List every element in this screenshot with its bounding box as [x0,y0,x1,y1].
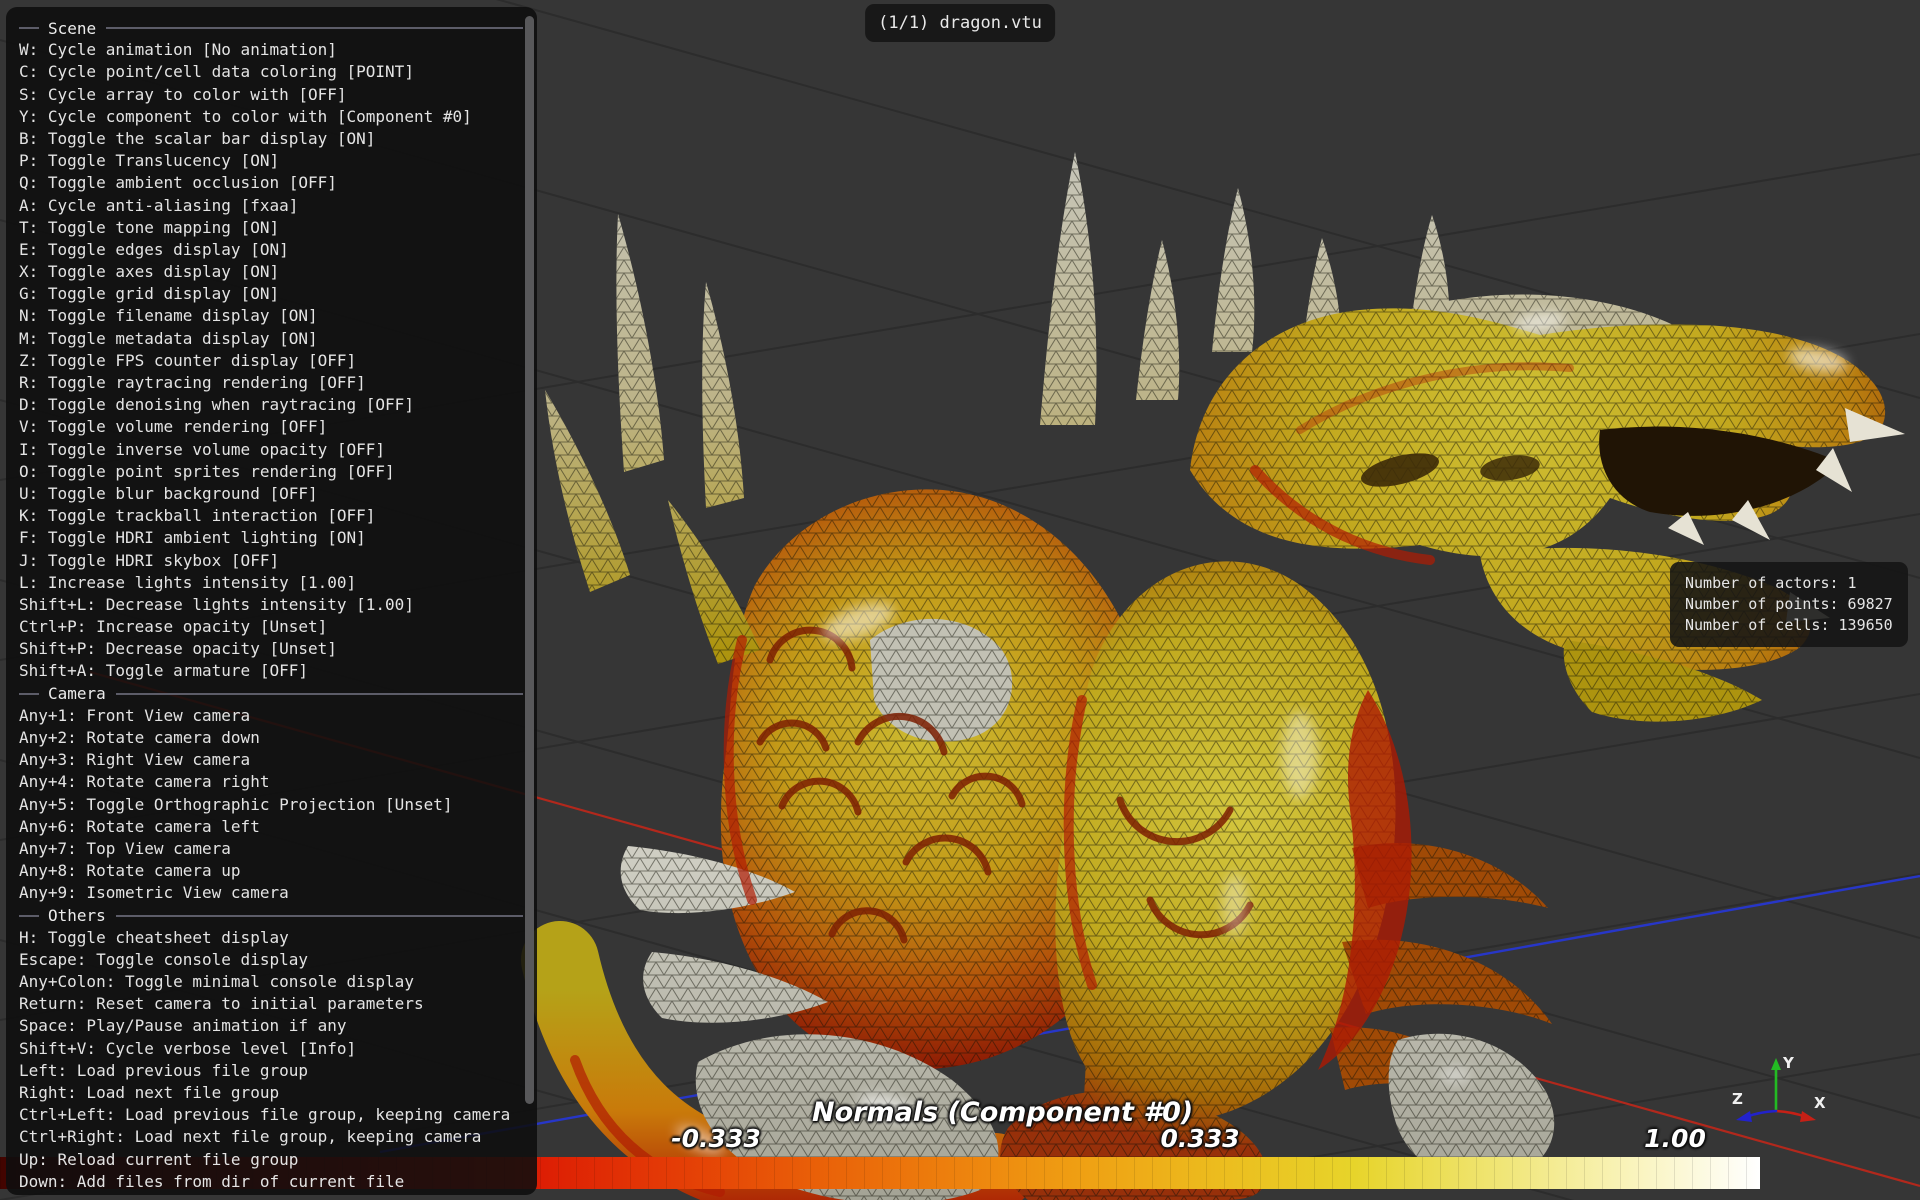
cheatsheet-line: F: Toggle HDRI ambient lighting [ON] [19,527,537,549]
cheatsheet-line: Right: Load next file group [19,1082,537,1104]
cheatsheet-line: L: Increase lights intensity [1.00] [19,572,537,594]
cheatsheet-section-header: Others [19,905,537,927]
cheatsheet-line: D: Toggle denoising when raytracing [OFF… [19,394,537,416]
header-rule [116,915,523,917]
cheatsheet-line: Q: Toggle ambient occlusion [OFF] [19,172,537,194]
cheatsheet-line: E: Toggle edges display [ON] [19,239,537,261]
cheatsheet-line: Shift+P: Decrease opacity [Unset] [19,638,537,660]
cheatsheet-line: V: Toggle volume rendering [OFF] [19,416,537,438]
cheatsheet-line: Y: Cycle component to color with [Compon… [19,106,537,128]
cheatsheet-line: Space: Play/Pause animation if any [19,1015,537,1037]
cheatsheet-line: K: Toggle trackball interaction [OFF] [19,505,537,527]
cheatsheet-line: Any+7: Top View camera [19,838,537,860]
metadata-line: Number of actors: 1 [1685,573,1893,594]
cheatsheet-section-header: Camera [19,683,537,705]
cheatsheet-line: G: Toggle grid display [ON] [19,283,537,305]
cheatsheet-line: H: Toggle cheatsheet display [19,927,537,949]
cheatsheet-line: Any+1: Front View camera [19,705,537,727]
cheatsheet-line: X: Toggle axes display [ON] [19,261,537,283]
cheatsheet-line: O: Toggle point sprites rendering [OFF] [19,461,537,483]
scalar-bar-tick-max: 1.00 [1644,1124,1706,1153]
cheatsheet-line: Up: Reload current file group [19,1149,537,1171]
section-title: Camera [48,684,106,703]
cheatsheet-line: Any+3: Right View camera [19,749,537,771]
cheatsheet-section-header: Scene [19,17,537,39]
console-cheatsheet-panel: SceneW: Cycle animation [No animation]C:… [6,7,537,1195]
cheatsheet-line: Z: Toggle FPS counter display [OFF] [19,350,537,372]
cheatsheet-line: J: Toggle HDRI skybox [OFF] [19,550,537,572]
gizmo-z-label: Z [1732,1090,1743,1108]
cheatsheet-line: Shift+L: Decrease lights intensity [1.00… [19,594,537,616]
scalar-bar-title: Normals (Component #0) [812,1097,1112,1128]
cheatsheet-line: Ctrl+Right: Load next file group, keepin… [19,1126,537,1148]
cheatsheet-line: Return: Reset camera to initial paramete… [19,993,537,1015]
cheatsheet-line: Any+5: Toggle Orthographic Projection [U… [19,794,537,816]
cheatsheet-line: Any+Colon: Toggle minimal console displa… [19,971,537,993]
scalar-bar-tick-mid: 0.333 [1160,1124,1239,1153]
cheatsheet-line: M: Toggle metadata display [ON] [19,328,537,350]
cheatsheet-line: Ctrl+Left: Load previous file group, kee… [19,1104,537,1126]
cheatsheet-line: T: Toggle tone mapping [ON] [19,217,537,239]
cheatsheet-line: Any+4: Rotate camera right [19,771,537,793]
console-scrollbar-thumb[interactable] [525,16,534,1104]
metadata-line: Number of cells: 139650 [1685,615,1893,636]
cheatsheet-line: A: Cycle anti-aliasing [fxaa] [19,195,537,217]
section-title: Scene [48,19,96,38]
cheatsheet-line: P: Toggle Translucency [ON] [19,150,537,172]
header-dash-icon [19,27,39,29]
cheatsheet-line: I: Toggle inverse volume opacity [OFF] [19,439,537,461]
cheatsheet-line: Shift+V: Cycle verbose level [Info] [19,1038,537,1060]
header-rule [116,693,523,695]
cheatsheet-line: Any+8: Rotate camera up [19,860,537,882]
metadata-line: Number of points: 69827 [1685,594,1893,615]
header-dash-icon [19,915,39,917]
gizmo-x-label: X [1814,1094,1826,1112]
cheatsheet-line: N: Toggle filename display [ON] [19,305,537,327]
section-title: Others [48,906,106,925]
cheatsheet-line: Ctrl+P: Increase opacity [Unset] [19,616,537,638]
cheatsheet-line: Any+2: Rotate camera down [19,727,537,749]
cheatsheet-line: Any+6: Rotate camera left [19,816,537,838]
scalar-bar-tick-min: -0.333 [671,1124,760,1153]
cheatsheet-line: Left: Load previous file group [19,1060,537,1082]
header-dash-icon [19,693,39,695]
cheatsheet-line: R: Toggle raytracing rendering [OFF] [19,372,537,394]
header-rule [106,27,523,29]
cheatsheet-line: Down: Add files from dir of current file [19,1171,537,1193]
cheatsheet-line: S: Cycle array to color with [OFF] [19,84,537,106]
gizmo-y-label: Y [1782,1054,1795,1072]
cheatsheet-line: Escape: Toggle console display [19,949,537,971]
axes-gizmo: Y X Z [1726,1046,1830,1138]
cheatsheet-line: U: Toggle blur background [OFF] [19,483,537,505]
cheatsheet-line: C: Cycle point/cell data coloring [POINT… [19,61,537,83]
cheatsheet-content: SceneW: Cycle animation [No animation]C:… [19,17,537,1193]
cheatsheet-line: B: Toggle the scalar bar display [ON] [19,128,537,150]
filename-badge: (1/1) dragon.vtu [865,4,1055,42]
cheatsheet-line: W: Cycle animation [No animation] [19,39,537,61]
metadata-box: Number of actors: 1Number of points: 698… [1670,562,1908,647]
cheatsheet-line: Shift+A: Toggle armature [OFF] [19,660,537,682]
cheatsheet-line: Any+9: Isometric View camera [19,882,537,904]
